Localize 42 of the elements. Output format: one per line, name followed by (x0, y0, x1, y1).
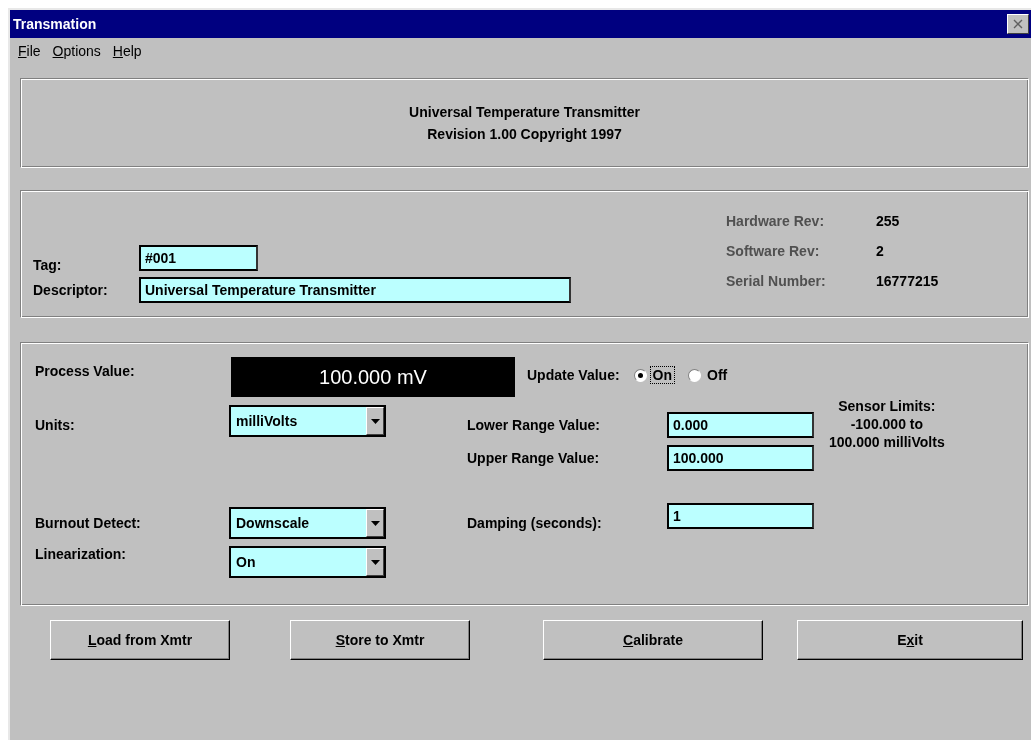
action-button[interactable]: Load from Xmtr (50, 620, 230, 660)
radio-option[interactable]: Off (688, 367, 730, 383)
field-label: Process Value: (35, 363, 136, 379)
dropdown[interactable]: milliVolts (229, 405, 386, 437)
menu-item[interactable]: File (18, 43, 41, 63)
text-field[interactable]: Universal Temperature Transmitter (139, 277, 571, 303)
sensor-limits-text: -100.000 to (850, 415, 924, 433)
field-label: Burnout Detect: (35, 515, 141, 531)
info-value: 2 (876, 243, 885, 259)
action-button[interactable]: Store to Xmtr (290, 620, 470, 660)
text-field[interactable]: #001 (139, 245, 258, 271)
field-label: Update Value: (527, 367, 620, 383)
info-value: 16777215 (876, 273, 940, 289)
menu-item[interactable]: Help (112, 43, 142, 63)
header-text: Universal Temperature Transmitter (409, 104, 640, 120)
field-label: Units: (35, 417, 75, 433)
info-label: Hardware Rev: (726, 213, 826, 229)
radio-option[interactable]: On (633, 367, 675, 383)
field-label: Linearization: (35, 546, 126, 562)
header-text: Revision 1.00 Copyright 1997 (427, 126, 622, 142)
action-button[interactable]: Exit (797, 620, 1023, 660)
dropdown[interactable]: On (229, 546, 386, 578)
sensor-limits-text: 100.000 milliVolts (829, 433, 945, 451)
info-label: Software Rev: (726, 243, 821, 259)
text-field[interactable]: 1 (667, 503, 814, 529)
window-title: Transmation (13, 16, 97, 32)
close-button[interactable] (1007, 14, 1029, 34)
info-label: Serial Number: (726, 273, 827, 289)
dropdown[interactable]: Downscale (229, 507, 386, 539)
field-label: Upper Range Value: (467, 449, 600, 466)
info-value: 255 (876, 213, 901, 229)
field-label: Tag: (33, 257, 63, 273)
field-label: Damping (seconds): (467, 515, 602, 531)
close-icon (1013, 19, 1023, 29)
sensor-limits-text: Sensor Limits: (838, 397, 936, 415)
field-label: Lower Range Value: (467, 417, 601, 433)
text-field[interactable]: 0.000 (667, 412, 814, 438)
action-button[interactable]: Calibrate (543, 620, 763, 660)
field-label: Descriptor: (33, 282, 109, 298)
process-value-display: 100.000 mV (231, 357, 515, 397)
menu-item[interactable]: Options (52, 43, 101, 63)
text-field[interactable]: 100.000 (667, 444, 814, 471)
